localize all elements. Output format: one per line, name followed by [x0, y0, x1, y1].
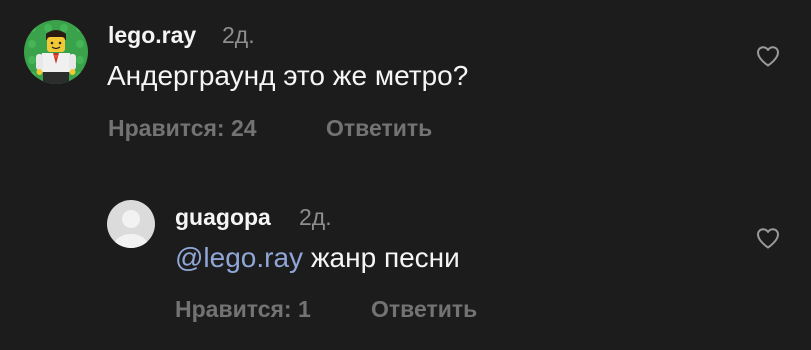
comment-timestamp: 2д.	[299, 204, 332, 230]
lego-minifigure-avatar-icon	[24, 20, 88, 84]
comment-text: @lego.ray жанр песни	[175, 242, 460, 274]
comment-username[interactable]: lego.ray	[108, 22, 196, 49]
heart-outline-icon[interactable]	[756, 45, 780, 67]
likes-count[interactable]: Нравится: 1	[175, 296, 311, 323]
heart-outline-icon[interactable]	[756, 227, 780, 249]
comment-timestamp: 2д.	[222, 22, 255, 48]
comment-text: Андерграунд это же метро?	[107, 60, 469, 91]
user-mention-link[interactable]: @lego.ray	[175, 242, 303, 273]
comment-username[interactable]: guagopa	[175, 204, 271, 231]
comment-text-body: жанр песни	[303, 242, 460, 273]
default-user-avatar-icon	[107, 200, 155, 248]
reply-button[interactable]: Ответить	[371, 296, 477, 323]
user-avatar[interactable]	[107, 200, 155, 248]
user-avatar[interactable]	[24, 20, 88, 84]
reply-button[interactable]: Ответить	[326, 115, 432, 142]
likes-count[interactable]: Нравится: 24	[108, 115, 257, 142]
